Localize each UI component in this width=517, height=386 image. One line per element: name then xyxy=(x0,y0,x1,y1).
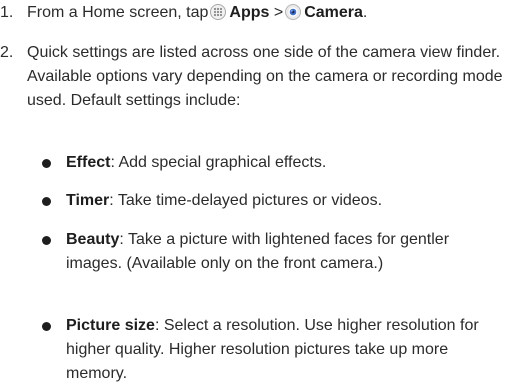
bullet-dot xyxy=(42,322,51,331)
camera-icon xyxy=(285,4,302,20)
step-number: 1. xyxy=(0,4,14,21)
setting-description: : Take a picture with lightened faces fo… xyxy=(66,231,450,272)
separator: > xyxy=(273,4,284,21)
setting-term: Effect xyxy=(66,154,111,171)
apps-label: Apps xyxy=(229,4,270,21)
camera-label: Camera xyxy=(304,4,363,21)
bullet-dot xyxy=(42,236,51,245)
bullet-dot xyxy=(42,197,51,206)
step-1-prefix: From a Home screen, tap xyxy=(27,4,209,21)
list-item-text: Picture size: Select a resolution. Use h… xyxy=(66,314,506,386)
list-item-text: Effect: Add special graphical effects. xyxy=(66,151,506,175)
setting-term: Timer xyxy=(66,192,110,209)
step-text: Quick settings are listed across one sid… xyxy=(27,44,503,109)
bullet-dot xyxy=(42,159,51,168)
step-text: From a Home screen, tap Apps > Camera. xyxy=(27,1,513,25)
setting-term: Beauty xyxy=(66,231,120,248)
step-1-suffix: . xyxy=(362,4,368,21)
apps-grid-icon xyxy=(210,4,227,20)
instructions-page: 1. From a Home screen, tap Apps > Camera… xyxy=(0,0,517,385)
setting-term: Picture size xyxy=(66,317,155,334)
setting-description: : Take time-delayed pictures or videos. xyxy=(109,192,383,209)
list-item-text: Timer: Take time-delayed pictures or vid… xyxy=(66,189,506,213)
list-item-text: Beauty: Take a picture with lightened fa… xyxy=(66,228,506,276)
setting-description: : Add special graphical effects. xyxy=(110,154,327,171)
step-number: 2. xyxy=(0,44,14,61)
